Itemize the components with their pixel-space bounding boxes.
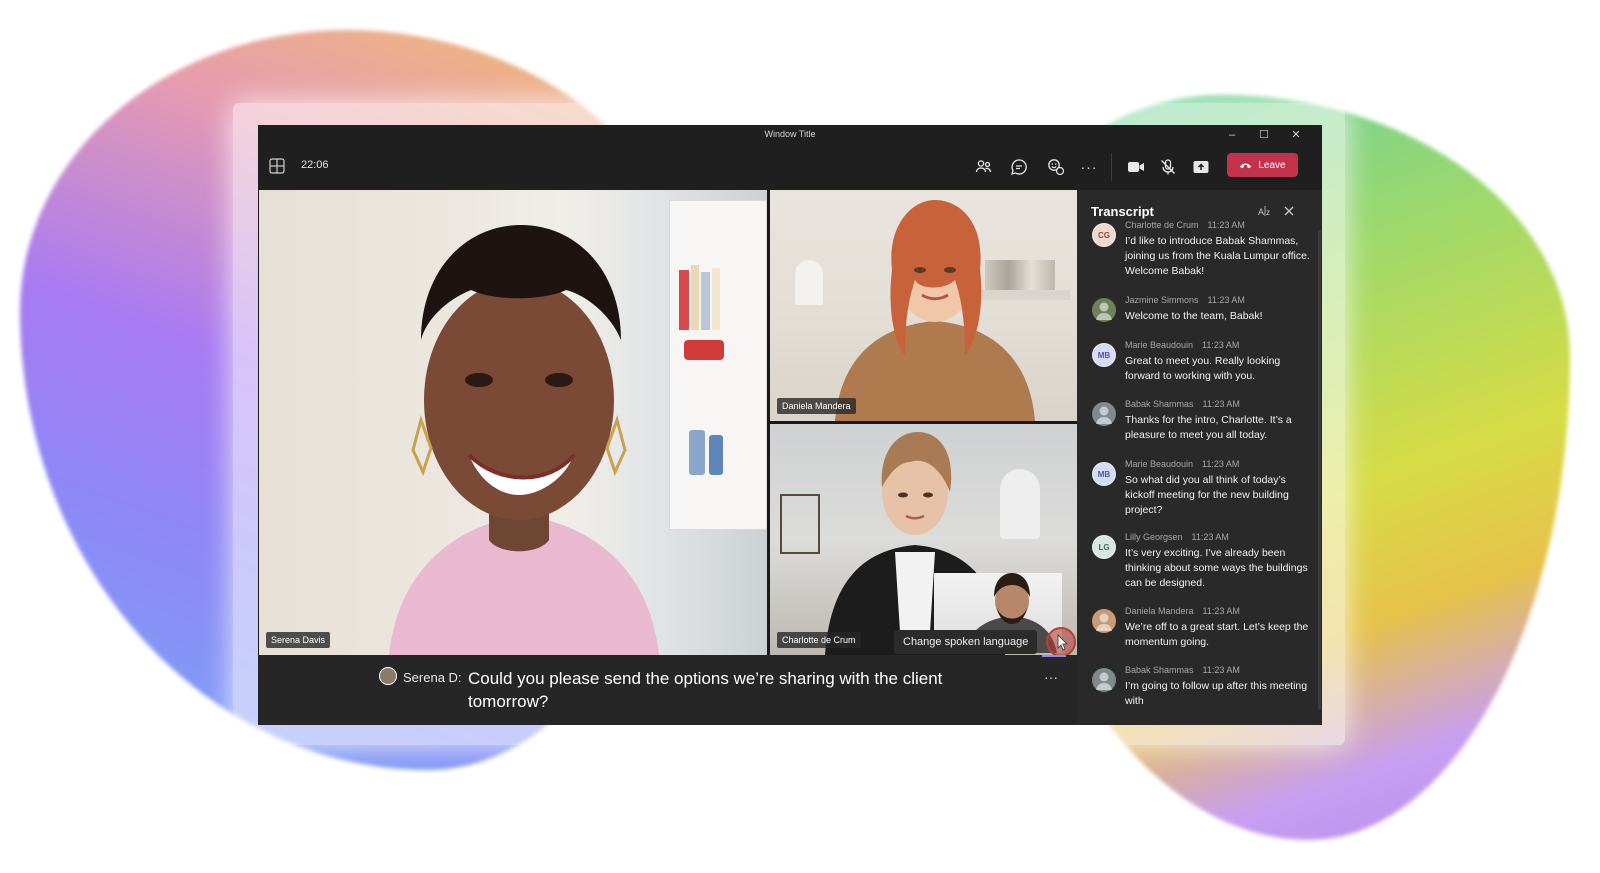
avatar — [1092, 668, 1116, 692]
transcript-scrollbar[interactable] — [1318, 230, 1321, 710]
entry-meta: Marie Beaudouin 11:23 AM — [1125, 340, 1248, 350]
entry-meta: Babak Shammas 11:23 AM — [1125, 399, 1249, 409]
caption-speaker: Serena D: — [403, 670, 462, 685]
title-bar: Window Title – ☐ ✕ — [258, 125, 1322, 145]
bottle — [689, 430, 705, 475]
video-stage: Serena Davis Daniela Mandera Charlotte d… — [258, 190, 1077, 725]
timestamp: 11:23 AM — [1202, 606, 1240, 616]
svg-text:A: A — [1258, 207, 1264, 217]
close-window-button[interactable]: ✕ — [1280, 127, 1312, 143]
share-icon[interactable] — [1189, 155, 1213, 179]
change-spoken-language-tooltip: Change spoken language — [894, 630, 1038, 654]
avatar — [1092, 298, 1116, 322]
maximize-button[interactable]: ☐ — [1248, 127, 1280, 143]
transcript-message: We’re off to a great start. Let’s keep t… — [1125, 621, 1309, 648]
transcript-message: Welcome to the team, Babak! — [1125, 310, 1263, 322]
grid-icon[interactable] — [269, 158, 285, 174]
red-object — [684, 340, 724, 360]
phone-hangup-icon — [1240, 163, 1252, 169]
live-caption-bar: Serena D: Could you please send the opti… — [258, 655, 1077, 725]
transcript-message: I’m going to follow up after this meetin… — [1125, 680, 1308, 707]
toolbar-separator — [1111, 153, 1112, 181]
video-tile-main[interactable]: Serena Davis — [259, 190, 767, 655]
transcript-message: Great to meet you. Really looking forwar… — [1125, 355, 1281, 382]
language-icon[interactable]: Az — [1258, 204, 1272, 218]
bottle — [709, 435, 723, 475]
transcript-message: So what did you all think of today’s kic… — [1125, 474, 1289, 516]
timestamp: 11:23 AM — [1207, 295, 1245, 305]
transcript-message: It’s very exciting. I’ve already been th… — [1125, 547, 1308, 589]
teams-meeting-window: Window Title – ☐ ✕ 22:06 ··· Leave Seren… — [258, 125, 1322, 725]
entry-meta: Lilly Georgsen 11:23 AM — [1125, 532, 1238, 542]
close-icon[interactable] — [1282, 204, 1296, 218]
speaker-avatar — [379, 667, 397, 685]
entry-meta: Jazmine Simmons 11:23 AM — [1125, 295, 1254, 305]
avatar — [1092, 609, 1116, 633]
leave-button[interactable]: Leave — [1227, 153, 1298, 177]
speaker-name: Babak Shammas — [1125, 399, 1194, 409]
cursor-icon — [1057, 634, 1068, 651]
avatar — [1092, 402, 1116, 426]
transcript-title: Transcript — [1091, 204, 1154, 219]
timestamp: 11:23 AM — [1191, 532, 1229, 542]
mic-off-icon[interactable] — [1156, 155, 1180, 179]
reactions-icon[interactable] — [1044, 155, 1068, 179]
participant-video — [389, 225, 659, 655]
entry-meta: Charlotte de Crum 11:23 AM — [1125, 220, 1254, 230]
avatar: MB — [1092, 343, 1116, 367]
more-icon[interactable]: ··· — [1077, 155, 1101, 179]
minimize-button[interactable]: – — [1216, 127, 1248, 143]
avatar: MB — [1092, 462, 1116, 486]
avatar: CG — [1092, 223, 1116, 247]
video-tile-top-right[interactable]: Daniela Mandera — [770, 190, 1077, 421]
speaker-name: Daniela Mandera — [1125, 606, 1194, 616]
meeting-toolbar: 22:06 ··· Leave — [258, 145, 1322, 190]
leave-button-label: Leave — [1258, 159, 1286, 171]
book — [679, 270, 689, 330]
bookshelf — [669, 200, 767, 530]
timestamp: 11:23 AM — [1202, 665, 1240, 675]
entry-meta: Marie Beaudouin 11:23 AM — [1125, 459, 1248, 469]
speaker-name: Babak Shammas — [1125, 665, 1194, 675]
book — [701, 272, 710, 330]
timestamp: 11:23 AM — [1207, 220, 1245, 230]
window-title: Window Title — [764, 129, 816, 139]
transcript-message: Thanks for the intro, Charlotte. It’s a … — [1125, 414, 1292, 441]
participant-name-tag: Charlotte de Crum — [777, 632, 861, 648]
people-icon[interactable] — [972, 155, 996, 179]
chat-icon[interactable] — [1007, 155, 1031, 179]
caption-more-options-button[interactable]: ··· — [1044, 669, 1058, 685]
avatar: LG — [1092, 535, 1116, 559]
entry-meta: Daniela Mandera 11:23 AM — [1125, 606, 1249, 616]
participant-name-tag: Serena Davis — [266, 632, 331, 648]
timestamp: 11:23 AM — [1202, 340, 1240, 350]
timestamp: 11:23 AM — [1202, 399, 1240, 409]
speaker-name: Marie Beaudouin — [1125, 459, 1194, 469]
entry-meta: Babak Shammas 11:23 AM — [1125, 665, 1249, 675]
caption-text: Could you please send the options we’re … — [468, 669, 943, 711]
speaker-name: Marie Beaudouin — [1125, 340, 1194, 350]
camera-icon[interactable] — [1124, 155, 1148, 179]
participant-video — [835, 200, 1035, 421]
caption-settings-button[interactable] — [1046, 627, 1076, 657]
transcript-message: I’d like to introduce Babak Shammas, joi… — [1125, 235, 1310, 277]
meeting-timer: 22:06 — [301, 159, 329, 171]
participant-name-tag: Daniela Mandera — [777, 398, 856, 414]
marketing-stage: Window Title – ☐ ✕ 22:06 ··· Leave Seren… — [0, 0, 1600, 873]
speaker-name: Lilly Georgsen — [1125, 532, 1183, 542]
speaker-name: Jazmine Simmons — [1125, 295, 1199, 305]
transcript-panel: Transcript Az CG Charlotte de Crum 11:23 A… — [1077, 190, 1322, 725]
speaker-name: Charlotte de Crum — [1125, 220, 1199, 230]
timestamp: 11:23 AM — [1202, 459, 1240, 469]
book — [691, 265, 699, 330]
caption-progress-indicator — [1042, 655, 1066, 657]
svg-text:z: z — [1266, 208, 1270, 217]
book — [712, 268, 720, 330]
